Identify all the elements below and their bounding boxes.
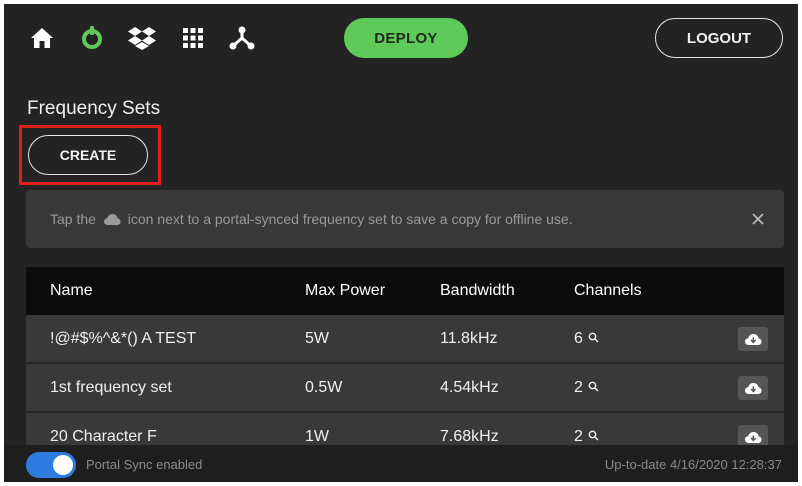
cell-name: !@#$%^&*() A TEST <box>50 329 197 347</box>
portal-sync-label: Portal Sync enabled <box>86 457 203 472</box>
cloud-download-button[interactable] <box>738 425 768 445</box>
header-max-power[interactable]: Max Power <box>305 267 385 315</box>
frequency-sets-table: Name Max Power Bandwidth Channels !@#$%^… <box>26 267 784 445</box>
cell-name: 20 Character F <box>50 427 157 445</box>
cell-channels: 6 <box>574 315 599 362</box>
banner-text-after: icon next to a portal-synced frequency s… <box>127 211 573 227</box>
header-name[interactable]: Name <box>50 267 93 315</box>
cloud-download-button[interactable] <box>738 376 768 400</box>
logout-button[interactable]: LOGOUT <box>655 18 783 58</box>
app-screen: DEPLOY LOGOUT Frequency Sets CREATE Tap … <box>4 4 798 482</box>
top-bar: DEPLOY LOGOUT <box>4 4 798 76</box>
table-row[interactable]: !@#$%^&*() A TEST 5W 11.8kHz 6 <box>26 315 784 363</box>
cloud-icon <box>103 213 121 229</box>
cell-channels: 2 <box>574 364 599 411</box>
cell-channels: 2 <box>574 413 599 445</box>
channels-count: 2 <box>574 378 583 396</box>
page-title: Frequency Sets <box>27 98 161 119</box>
dropbox-icon[interactable] <box>128 24 156 52</box>
portal-sync-toggle[interactable] <box>26 452 76 478</box>
table-header: Name Max Power Bandwidth Channels <box>26 267 784 315</box>
deploy-button[interactable]: DEPLOY <box>344 18 468 58</box>
table-row[interactable]: 20 Character F 1W 7.68kHz 2 <box>26 413 784 445</box>
home-icon[interactable] <box>28 24 56 52</box>
channels-count: 6 <box>574 329 583 347</box>
banner-message: Tap the icon next to a portal-synced fre… <box>50 211 573 229</box>
table-row[interactable]: 1st frequency set 0.5W 4.54kHz 2 <box>26 364 784 412</box>
cell-max-power: 0.5W <box>305 378 343 396</box>
cell-bandwidth: 11.8kHz <box>440 329 498 347</box>
cloud-download-button[interactable] <box>738 327 768 351</box>
info-banner: Tap the icon next to a portal-synced fre… <box>26 190 784 248</box>
network-icon[interactable] <box>228 24 256 52</box>
header-bandwidth[interactable]: Bandwidth <box>440 267 515 315</box>
cell-max-power: 5W <box>305 329 329 347</box>
banner-text-before: Tap the <box>50 211 96 227</box>
search-icon[interactable] <box>588 330 599 348</box>
bottom-bar: Portal Sync enabled Up-to-date 4/16/2020… <box>4 445 798 482</box>
cell-max-power: 1W <box>305 427 329 445</box>
grid-icon[interactable] <box>179 24 207 52</box>
cell-bandwidth: 4.54kHz <box>440 378 499 396</box>
create-button[interactable]: CREATE <box>28 135 148 175</box>
cell-bandwidth: 7.68kHz <box>440 427 499 445</box>
channels-count: 2 <box>574 427 583 445</box>
toggle-knob <box>53 455 73 475</box>
header-channels[interactable]: Channels <box>574 267 642 315</box>
search-icon[interactable] <box>588 379 599 397</box>
power-icon[interactable] <box>78 24 106 52</box>
search-icon[interactable] <box>588 428 599 446</box>
close-icon[interactable] <box>746 207 770 231</box>
sync-status-text: Up-to-date 4/16/2020 12:28:37 <box>604 457 782 472</box>
cell-name: 1st frequency set <box>50 378 172 396</box>
